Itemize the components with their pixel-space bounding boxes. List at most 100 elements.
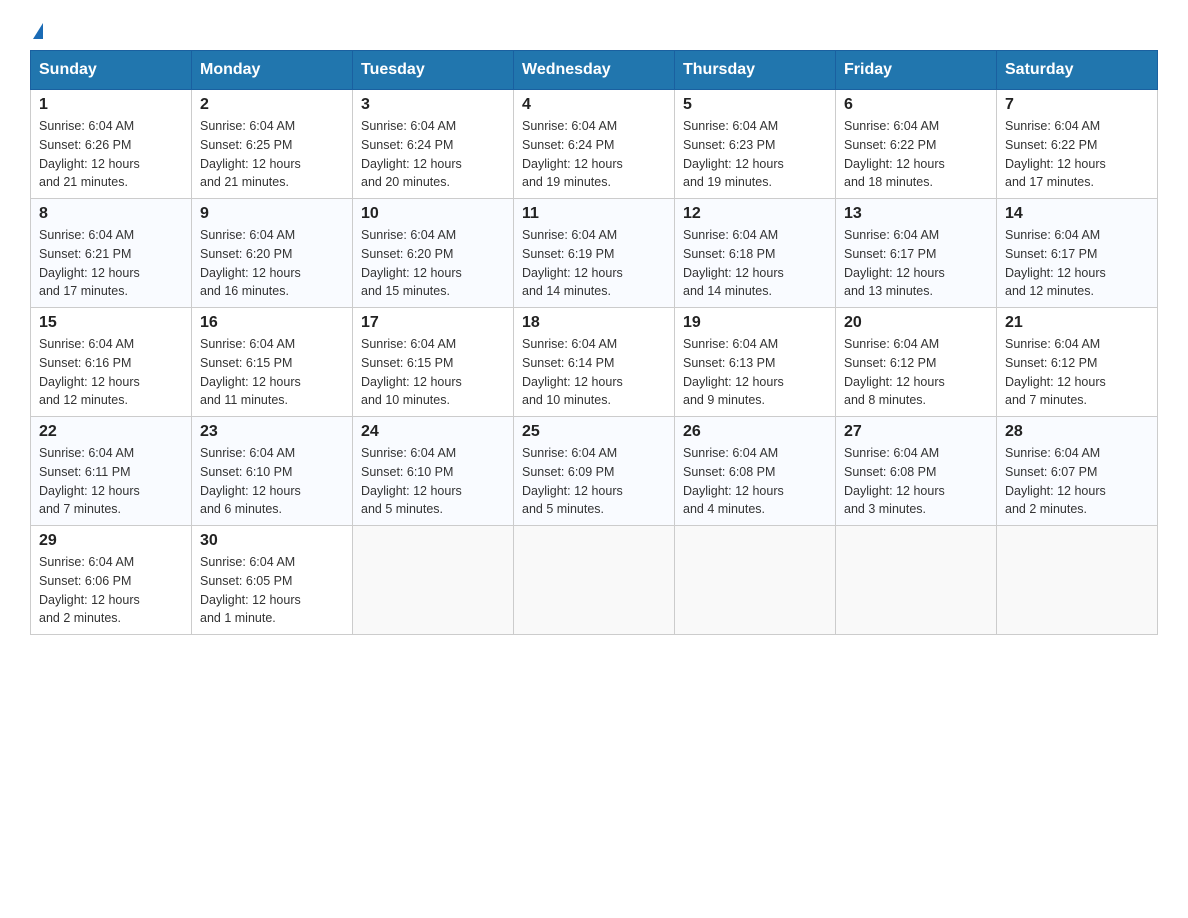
calendar-cell: 9 Sunrise: 6:04 AMSunset: 6:20 PMDaylight… [192, 199, 353, 308]
calendar-cell: 18Sunrise: 6:04 AMSunset: 6:14 PMDayligh… [514, 308, 675, 417]
day-info: Sunrise: 6:04 AMSunset: 6:17 PMDaylight:… [1005, 226, 1149, 301]
day-number: 16 [200, 314, 344, 332]
day-info: Sunrise: 6:04 AMSunset: 6:10 PMDaylight:… [361, 444, 505, 519]
day-info: Sunrise: 6:04 AMSunset: 6:08 PMDaylight:… [683, 444, 827, 519]
weekday-header-thursday: Thursday [675, 51, 836, 90]
day-number: 29 [39, 532, 183, 550]
day-info: Sunrise: 6:04 AMSunset: 6:07 PMDaylight:… [1005, 444, 1149, 519]
day-info: Sunrise: 6:04 AMSunset: 6:21 PMDaylight:… [39, 226, 183, 301]
day-number: 30 [200, 532, 344, 550]
calendar-cell: 25 Sunrise: 6:04 AMSunset: 6:09 PMDayligh… [514, 417, 675, 526]
day-number: 3 [361, 96, 505, 114]
calendar-cell: 29 Sunrise: 6:04 AMSunset: 6:06 PMDayligh… [31, 526, 192, 635]
calendar-cell: 8 Sunrise: 6:04 AMSunset: 6:21 PMDaylight… [31, 199, 192, 308]
calendar-week-row: 1 Sunrise: 6:04 AMSunset: 6:26 PMDaylight… [31, 90, 1158, 199]
day-number: 18 [522, 314, 666, 332]
calendar-cell: 1 Sunrise: 6:04 AMSunset: 6:26 PMDaylight… [31, 90, 192, 199]
calendar-week-row: 15 Sunrise: 6:04 AMSunset: 6:16 PMDayligh… [31, 308, 1158, 417]
day-info: Sunrise: 6:04 AMSunset: 6:18 PMDaylight:… [683, 226, 827, 301]
day-info: Sunrise: 6:04 AMSunset: 6:22 PMDaylight:… [1005, 117, 1149, 192]
day-number: 15 [39, 314, 183, 332]
day-number: 6 [844, 96, 988, 114]
day-info: Sunrise: 6:04 AMSunset: 6:13 PMDaylight:… [683, 335, 827, 410]
day-number: 17 [361, 314, 505, 332]
day-number: 7 [1005, 96, 1149, 114]
day-info: Sunrise: 6:04 AMSunset: 6:08 PMDaylight:… [844, 444, 988, 519]
weekday-header-row: SundayMondayTuesdayWednesdayThursdayFrid… [31, 51, 1158, 90]
calendar-cell [997, 526, 1158, 635]
page-header [30, 20, 1158, 40]
logo [30, 20, 43, 40]
day-info: Sunrise: 6:04 AMSunset: 6:05 PMDaylight:… [200, 553, 344, 628]
calendar-cell: 16 Sunrise: 6:04 AMSunset: 6:15 PMDayligh… [192, 308, 353, 417]
calendar-cell: 26 Sunrise: 6:04 AMSunset: 6:08 PMDayligh… [675, 417, 836, 526]
day-info: Sunrise: 6:04 AMSunset: 6:11 PMDaylight:… [39, 444, 183, 519]
day-info: Sunrise: 6:04 AMSunset: 6:15 PMDaylight:… [361, 335, 505, 410]
weekday-header-monday: Monday [192, 51, 353, 90]
day-number: 11 [522, 205, 666, 223]
calendar-cell: 21Sunrise: 6:04 AMSunset: 6:12 PMDayligh… [997, 308, 1158, 417]
calendar-cell: 30 Sunrise: 6:04 AMSunset: 6:05 PMDayligh… [192, 526, 353, 635]
calendar-cell: 28 Sunrise: 6:04 AMSunset: 6:07 PMDayligh… [997, 417, 1158, 526]
day-number: 28 [1005, 423, 1149, 441]
day-info: Sunrise: 6:04 AMSunset: 6:22 PMDaylight:… [844, 117, 988, 192]
day-number: 12 [683, 205, 827, 223]
day-number: 27 [844, 423, 988, 441]
day-number: 8 [39, 205, 183, 223]
calendar-cell: 23 Sunrise: 6:04 AMSunset: 6:10 PMDayligh… [192, 417, 353, 526]
calendar-cell: 10 Sunrise: 6:04 AMSunset: 6:20 PMDayligh… [353, 199, 514, 308]
day-info: Sunrise: 6:04 AMSunset: 6:25 PMDaylight:… [200, 117, 344, 192]
weekday-header-sunday: Sunday [31, 51, 192, 90]
day-number: 26 [683, 423, 827, 441]
calendar-cell: 19 Sunrise: 6:04 AMSunset: 6:13 PMDayligh… [675, 308, 836, 417]
day-info: Sunrise: 6:04 AMSunset: 6:10 PMDaylight:… [200, 444, 344, 519]
calendar-cell: 22 Sunrise: 6:04 AMSunset: 6:11 PMDayligh… [31, 417, 192, 526]
day-info: Sunrise: 6:04 AMSunset: 6:20 PMDaylight:… [361, 226, 505, 301]
calendar-cell: 3Sunrise: 6:04 AMSunset: 6:24 PMDaylight… [353, 90, 514, 199]
day-number: 25 [522, 423, 666, 441]
day-info: Sunrise: 6:04 AMSunset: 6:19 PMDaylight:… [522, 226, 666, 301]
calendar-cell [675, 526, 836, 635]
day-number: 10 [361, 205, 505, 223]
day-number: 5 [683, 96, 827, 114]
day-info: Sunrise: 6:04 AMSunset: 6:17 PMDaylight:… [844, 226, 988, 301]
calendar-cell: 27 Sunrise: 6:04 AMSunset: 6:08 PMDayligh… [836, 417, 997, 526]
logo-arrow-icon [33, 23, 43, 39]
day-number: 22 [39, 423, 183, 441]
day-number: 19 [683, 314, 827, 332]
day-number: 9 [200, 205, 344, 223]
weekday-header-saturday: Saturday [997, 51, 1158, 90]
day-info: Sunrise: 6:04 AMSunset: 6:16 PMDaylight:… [39, 335, 183, 410]
calendar-week-row: 8 Sunrise: 6:04 AMSunset: 6:21 PMDaylight… [31, 199, 1158, 308]
calendar-cell: 12 Sunrise: 6:04 AMSunset: 6:18 PMDayligh… [675, 199, 836, 308]
calendar-cell: 5Sunrise: 6:04 AMSunset: 6:23 PMDaylight… [675, 90, 836, 199]
day-info: Sunrise: 6:04 AMSunset: 6:12 PMDaylight:… [844, 335, 988, 410]
day-info: Sunrise: 6:04 AMSunset: 6:09 PMDaylight:… [522, 444, 666, 519]
calendar-cell: 13 Sunrise: 6:04 AMSunset: 6:17 PMDayligh… [836, 199, 997, 308]
calendar-cell: 2Sunrise: 6:04 AMSunset: 6:25 PMDaylight… [192, 90, 353, 199]
calendar-cell [514, 526, 675, 635]
weekday-header-wednesday: Wednesday [514, 51, 675, 90]
day-info: Sunrise: 6:04 AMSunset: 6:06 PMDaylight:… [39, 553, 183, 628]
day-number: 24 [361, 423, 505, 441]
calendar-cell: 14 Sunrise: 6:04 AMSunset: 6:17 PMDayligh… [997, 199, 1158, 308]
day-number: 20 [844, 314, 988, 332]
calendar-cell: 7 Sunrise: 6:04 AMSunset: 6:22 PMDaylight… [997, 90, 1158, 199]
day-number: 13 [844, 205, 988, 223]
calendar-cell: 11 Sunrise: 6:04 AMSunset: 6:19 PMDayligh… [514, 199, 675, 308]
day-number: 23 [200, 423, 344, 441]
day-info: Sunrise: 6:04 AMSunset: 6:15 PMDaylight:… [200, 335, 344, 410]
calendar-week-row: 22 Sunrise: 6:04 AMSunset: 6:11 PMDayligh… [31, 417, 1158, 526]
day-info: Sunrise: 6:04 AMSunset: 6:20 PMDaylight:… [200, 226, 344, 301]
calendar-cell: 20 Sunrise: 6:04 AMSunset: 6:12 PMDayligh… [836, 308, 997, 417]
day-info: Sunrise: 6:04 AMSunset: 6:26 PMDaylight:… [39, 117, 183, 192]
calendar-cell: 15 Sunrise: 6:04 AMSunset: 6:16 PMDayligh… [31, 308, 192, 417]
calendar-cell: 4Sunrise: 6:04 AMSunset: 6:24 PMDaylight… [514, 90, 675, 199]
calendar-cell: 17 Sunrise: 6:04 AMSunset: 6:15 PMDayligh… [353, 308, 514, 417]
day-info: Sunrise: 6:04 AMSunset: 6:24 PMDaylight:… [522, 117, 666, 192]
day-number: 1 [39, 96, 183, 114]
day-info: Sunrise: 6:04 AMSunset: 6:12 PMDaylight:… [1005, 335, 1149, 410]
day-number: 14 [1005, 205, 1149, 223]
calendar-cell [353, 526, 514, 635]
weekday-header-friday: Friday [836, 51, 997, 90]
